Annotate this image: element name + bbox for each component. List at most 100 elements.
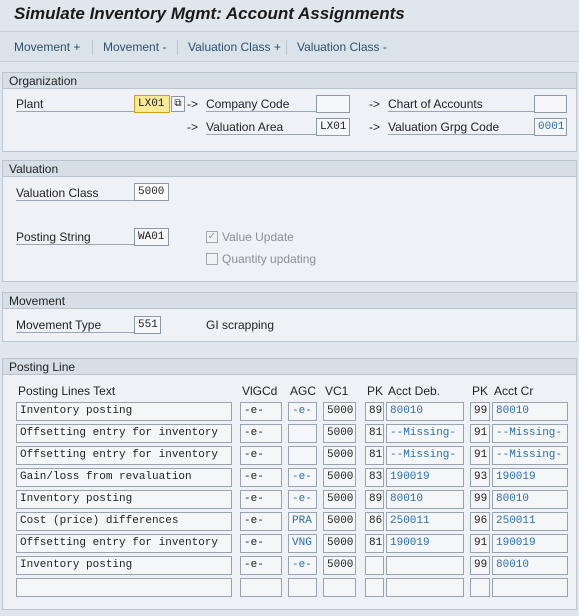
pk-credit-cell[interactable]: 96 [470, 512, 490, 531]
agc-cell[interactable]: VNG [288, 534, 317, 553]
acct-credit-cell[interactable]: 190019 [492, 468, 568, 487]
acct-debit-cell[interactable]: --Missing- [386, 446, 464, 465]
acct-credit-cell[interactable]: 80010 [492, 490, 568, 509]
toolbar-separator [286, 40, 287, 55]
agc-cell[interactable]: PRA [288, 512, 317, 531]
acct-credit-cell[interactable]: 80010 [492, 556, 568, 575]
movement-plus-button[interactable]: Movement + [14, 40, 80, 54]
vc1-cell[interactable]: 5000 [323, 534, 356, 553]
posting-line-text-cell[interactable]: Inventory posting [16, 490, 232, 509]
movement-group: Movement Movement Type 551 GI scrapping [2, 292, 577, 342]
vlgcd-cell[interactable] [240, 578, 282, 597]
agc-cell[interactable]: -e- [288, 468, 317, 487]
vc1-cell[interactable]: 5000 [323, 490, 356, 509]
vlgcd-cell[interactable]: -e- [240, 534, 282, 553]
agc-cell[interactable]: -e- [288, 402, 317, 421]
column-header-agc: AGC [290, 384, 317, 398]
acct-debit-cell[interactable]: 80010 [386, 402, 464, 421]
movement-type-field: 551 [134, 316, 161, 334]
organization-group: Organization Plant LX01 ⧉ -> Company Cod… [2, 72, 577, 152]
plant-label: Plant [16, 97, 134, 112]
pk-credit-cell[interactable]: 91 [470, 534, 490, 553]
posting-line-text-cell[interactable]: Gain/loss from revaluation [16, 468, 232, 487]
chart-of-accounts-label: Chart of Accounts [388, 97, 535, 112]
toolbar-separator [92, 40, 93, 55]
arrow: -> [187, 97, 199, 111]
acct-credit-cell[interactable]: --Missing- [492, 446, 568, 465]
acct-debit-cell[interactable]: 190019 [386, 534, 464, 553]
valuation-class-field[interactable]: 5000 [134, 183, 169, 201]
vc1-cell[interactable]: 5000 [323, 512, 356, 531]
posting-line-group: Posting Line Posting Lines Text VlGCd AG… [2, 358, 577, 610]
pk-credit-cell[interactable]: 93 [470, 468, 490, 487]
agc-cell[interactable]: -e- [288, 490, 317, 509]
movement-type-text: GI scrapping [206, 318, 275, 332]
pk-credit-cell[interactable]: 99 [470, 556, 490, 575]
column-header-acct-debit: Acct Deb. [388, 384, 441, 398]
arrow: -> [369, 120, 381, 134]
posting-line-text-cell[interactable]: Inventory posting [16, 556, 232, 575]
pk-debit-cell[interactable] [365, 578, 384, 597]
acct-credit-cell[interactable]: --Missing- [492, 424, 568, 443]
quantity-updating-label: Quantity updating [222, 252, 317, 266]
vlgcd-cell[interactable]: -e- [240, 424, 282, 443]
pk-debit-cell[interactable]: 81 [365, 424, 384, 443]
vc1-cell[interactable]: 5000 [323, 424, 356, 443]
pk-debit-cell[interactable]: 89 [365, 402, 384, 421]
vlgcd-cell[interactable]: -e- [240, 402, 282, 421]
pk-debit-cell[interactable]: 81 [365, 534, 384, 553]
posting-line-text-cell[interactable] [16, 578, 232, 597]
valuation-class-minus-button[interactable]: Valuation Class - [297, 40, 387, 54]
pk-debit-cell[interactable]: 81 [365, 446, 384, 465]
posting-line-text-cell[interactable]: Offsetting entry for inventory [16, 534, 232, 553]
pk-credit-cell[interactable]: 91 [470, 424, 490, 443]
acct-credit-cell[interactable]: 250011 [492, 512, 568, 531]
posting-line-text-cell[interactable]: Offsetting entry for inventory [16, 446, 232, 465]
agc-cell[interactable] [288, 446, 317, 465]
valuation-grpg-code-field: 0001 [534, 118, 567, 136]
posting-line-header: Posting Line [3, 359, 576, 375]
vc1-cell[interactable]: 5000 [323, 556, 356, 575]
pk-debit-cell[interactable]: 83 [365, 468, 384, 487]
acct-debit-cell[interactable]: 80010 [386, 490, 464, 509]
valuation-class-plus-button[interactable]: Valuation Class + [188, 40, 281, 54]
copy-icon[interactable]: ⧉ [171, 96, 185, 112]
agc-cell[interactable]: -e- [288, 556, 317, 575]
pk-credit-cell[interactable]: 99 [470, 402, 490, 421]
vlgcd-cell[interactable]: -e- [240, 556, 282, 575]
pk-credit-cell[interactable]: 99 [470, 490, 490, 509]
acct-credit-cell[interactable]: 80010 [492, 402, 568, 421]
vlgcd-cell[interactable]: -e- [240, 446, 282, 465]
acct-credit-cell[interactable]: 190019 [492, 534, 568, 553]
column-header-pk-credit: PK [472, 384, 489, 398]
acct-debit-cell[interactable]: --Missing- [386, 424, 464, 443]
pk-debit-cell[interactable]: 86 [365, 512, 384, 531]
pk-credit-cell[interactable]: 91 [470, 446, 490, 465]
plant-field[interactable]: LX01 [134, 95, 170, 113]
movement-minus-button[interactable]: Movement - [103, 40, 166, 54]
posting-line-text-cell[interactable]: Inventory posting [16, 402, 232, 421]
arrow: -> [369, 97, 381, 111]
acct-debit-cell[interactable] [386, 556, 464, 575]
valuation-area-field: LX01 [316, 118, 350, 136]
posting-line-text-cell[interactable]: Offsetting entry for inventory [16, 424, 232, 443]
vlgcd-cell[interactable]: -e- [240, 512, 282, 531]
posting-line-text-cell[interactable]: Cost (price) differences [16, 512, 232, 531]
pk-debit-cell[interactable]: 89 [365, 490, 384, 509]
column-header-vlgcd: VlGCd [242, 384, 278, 398]
pk-credit-cell[interactable] [470, 578, 490, 597]
vlgcd-cell[interactable]: -e- [240, 490, 282, 509]
agc-cell[interactable] [288, 578, 317, 597]
valuation-class-label: Valuation Class [16, 186, 134, 201]
vlgcd-cell[interactable]: -e- [240, 468, 282, 487]
acct-debit-cell[interactable]: 250011 [386, 512, 464, 531]
vc1-cell[interactable]: 5000 [323, 402, 356, 421]
agc-cell[interactable] [288, 424, 317, 443]
vc1-cell[interactable]: 5000 [323, 468, 356, 487]
acct-debit-cell[interactable] [386, 578, 464, 597]
vc1-cell[interactable]: 5000 [323, 446, 356, 465]
pk-debit-cell[interactable] [365, 556, 384, 575]
acct-credit-cell[interactable] [492, 578, 568, 597]
acct-debit-cell[interactable]: 190019 [386, 468, 464, 487]
vc1-cell[interactable] [323, 578, 356, 597]
